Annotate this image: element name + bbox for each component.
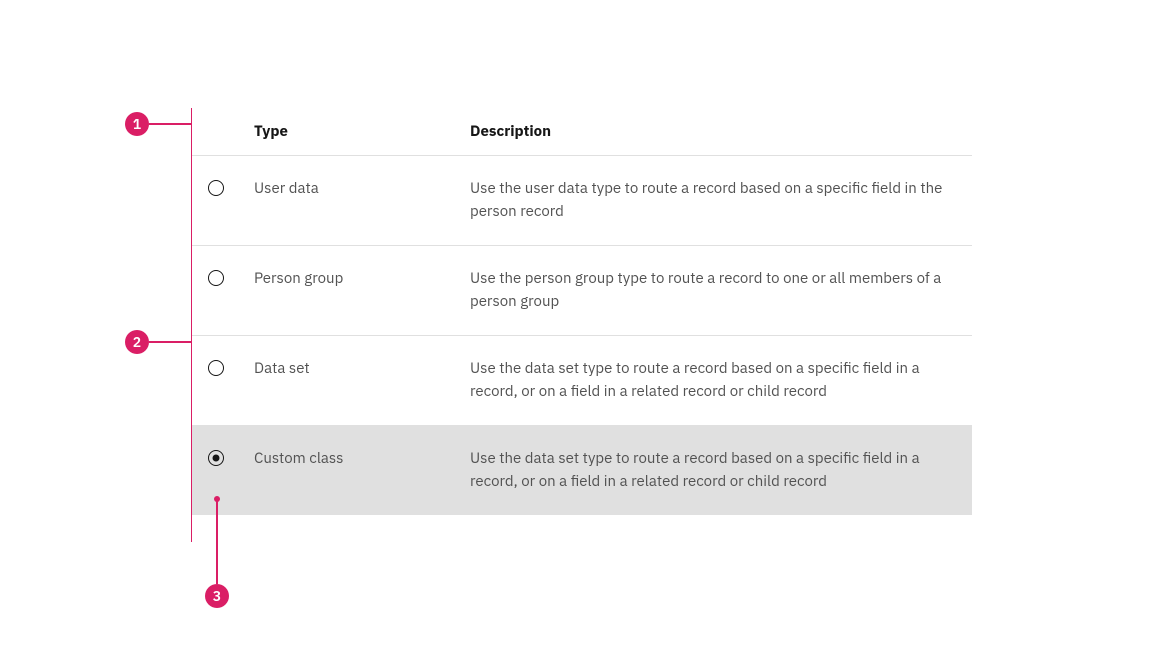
row-description: Use the person group type to route a rec… [470, 246, 972, 336]
row-type: Data set [254, 336, 470, 426]
annotation-line-2 [149, 341, 192, 343]
annotation-callout-2-label: 2 [133, 333, 141, 351]
annotation-callout-1: 1 [125, 112, 149, 136]
annotation-left-rule [191, 108, 192, 542]
table-row[interactable]: Custom class Use the data set type to ro… [192, 426, 972, 516]
row-description: Use the user data type to route a record… [470, 156, 972, 246]
radio-icon[interactable] [208, 180, 224, 196]
annotation-callout-2: 2 [125, 330, 149, 354]
table-row[interactable]: User data Use the user data type to rout… [192, 156, 972, 246]
table-header-type: Type [254, 108, 470, 156]
stage: 1 2 3 Type Description User data Use the… [0, 0, 1152, 648]
table-row[interactable]: Person group Use the person group type t… [192, 246, 972, 336]
annotation-line-3 [216, 498, 218, 584]
annotation-callout-3-label: 3 [213, 587, 221, 605]
table-header-radio [192, 108, 254, 156]
annotation-dot-3 [214, 496, 220, 502]
row-description: Use the data set type to route a record … [470, 426, 972, 516]
row-type: Person group [254, 246, 470, 336]
radio-icon[interactable] [208, 270, 224, 286]
radio-icon[interactable] [208, 450, 224, 466]
row-type: User data [254, 156, 470, 246]
type-selection-table: Type Description User data Use the user … [192, 108, 972, 515]
row-description: Use the data set type to route a record … [470, 336, 972, 426]
row-type: Custom class [254, 426, 470, 516]
table-header-row: Type Description [192, 108, 972, 156]
table-row[interactable]: Data set Use the data set type to route … [192, 336, 972, 426]
annotation-callout-1-label: 1 [133, 115, 141, 133]
annotation-callout-3: 3 [205, 584, 229, 608]
annotation-line-1 [149, 123, 192, 125]
radio-icon[interactable] [208, 360, 224, 376]
table-header-description: Description [470, 108, 972, 156]
